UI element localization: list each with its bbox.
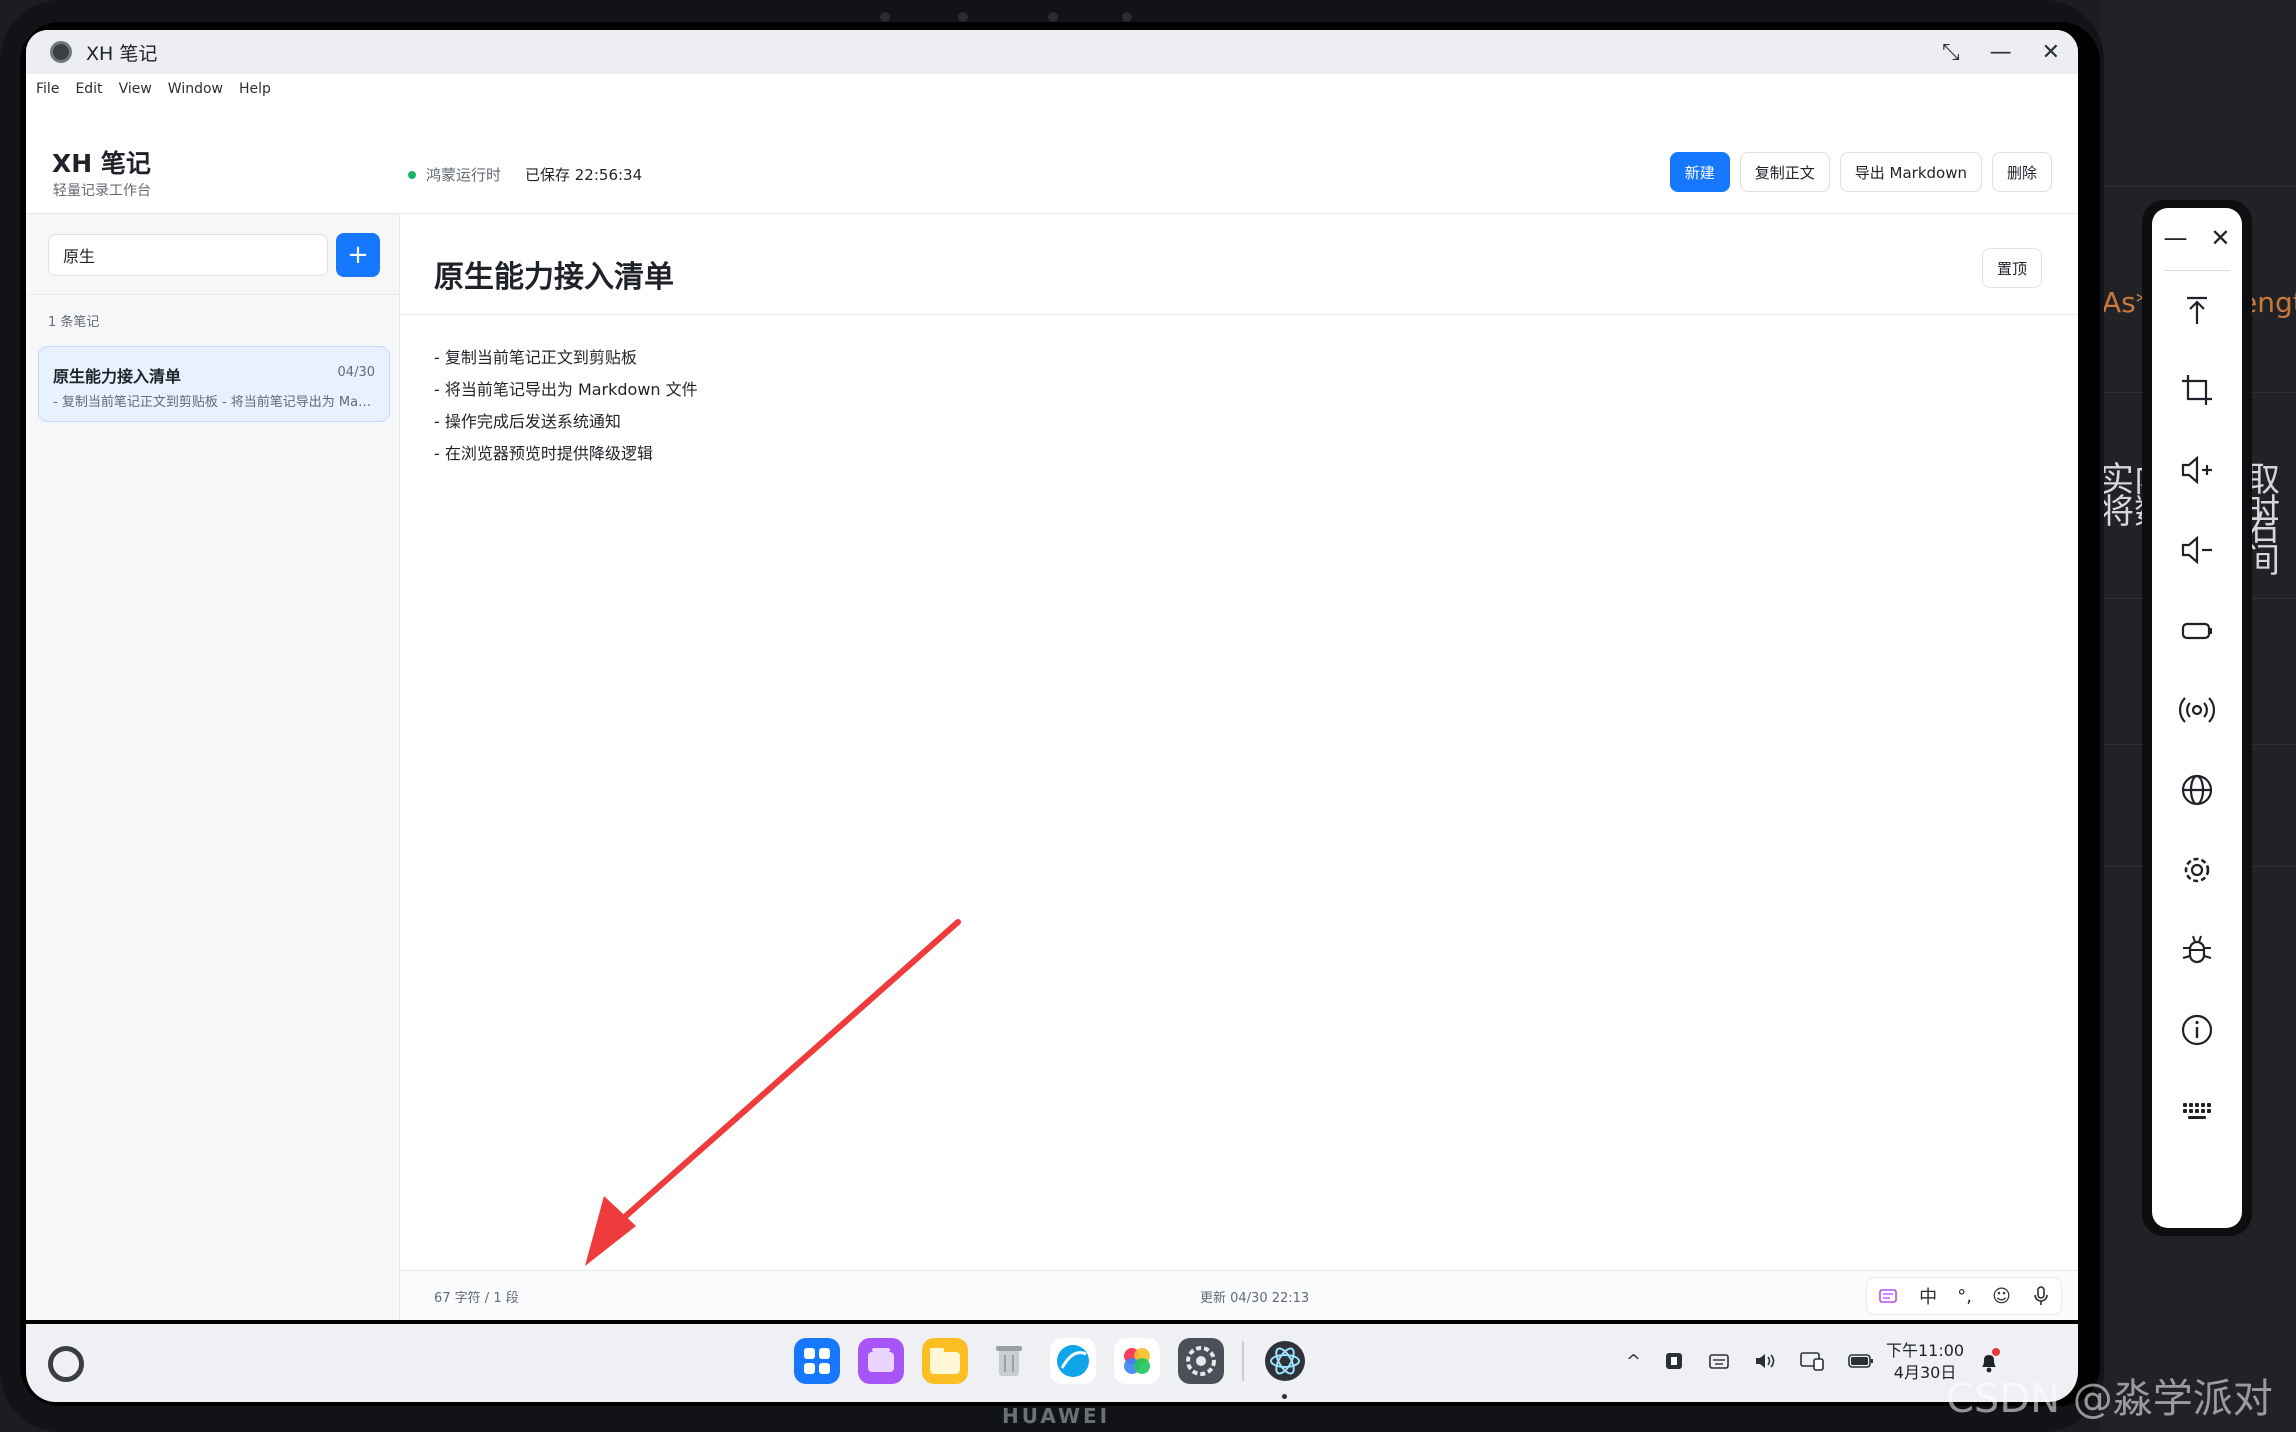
watermark: CSDN @淼学派对 — [1946, 1376, 2273, 1422]
annotation-arrow — [585, 919, 961, 1266]
